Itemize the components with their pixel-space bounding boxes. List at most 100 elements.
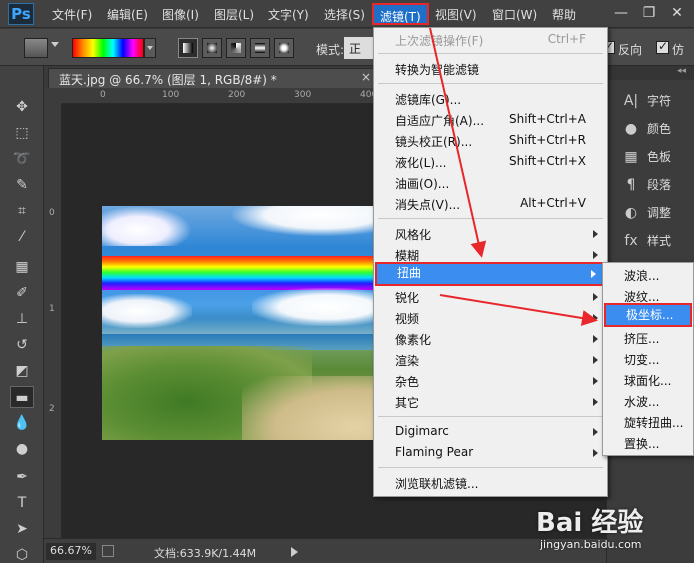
panel-character[interactable]: A| 字符 (621, 92, 691, 116)
type-tool-icon[interactable]: T (10, 492, 34, 514)
menu-image[interactable]: 图像(I) (162, 6, 199, 23)
menu-item-distort[interactable]: 扭曲 (375, 262, 606, 286)
menu-item-sharpen[interactable]: 锐化 (375, 287, 606, 307)
tool-preset-picker[interactable] (24, 38, 48, 58)
menu-item-browse-filters-online[interactable]: 浏览联机滤镜... (375, 473, 606, 493)
document-tab-title: 蓝天.jpg @ 66.7% (图层 1, RGB/8#) * (59, 73, 277, 87)
dodge-tool-icon[interactable]: ● (10, 438, 34, 460)
document-tab[interactable]: 蓝天.jpg @ 66.7% (图层 1, RGB/8#) * × (48, 68, 378, 88)
menu-item-convert-smart-filter[interactable]: 转换为智能滤镜 (375, 59, 606, 79)
menu-item-pixelate[interactable]: 像素化 (375, 329, 606, 349)
blur-tool-icon[interactable]: 💧 (10, 412, 34, 434)
menu-item-other[interactable]: 其它 (375, 392, 606, 412)
menu-file[interactable]: 文件(F) (52, 6, 92, 23)
menu-item-filter-gallery[interactable]: 滤镜库(G)... (375, 89, 606, 109)
submenu-item-shear[interactable]: 切变... (604, 348, 692, 369)
path-select-tool-icon[interactable]: ➤ (10, 518, 34, 540)
submenu-arrow-icon (593, 377, 598, 385)
menu-type[interactable]: 文字(Y) (268, 6, 309, 23)
healing-brush-tool-icon[interactable]: ▦ (10, 256, 34, 278)
radial-gradient-icon (207, 43, 217, 53)
panel-paragraph[interactable]: ¶ 段落 (621, 176, 691, 200)
lasso-tool-icon[interactable]: ➰ (10, 148, 34, 170)
menu-item-video[interactable]: 视频 (375, 308, 606, 328)
eraser-tool-icon[interactable]: ◩ (10, 360, 34, 382)
zoom-field[interactable]: 66.67% (46, 543, 96, 560)
ruler-origin[interactable] (44, 88, 62, 104)
menu-item-label: Flaming Pear (395, 445, 474, 459)
history-brush-tool-icon[interactable]: ↺ (10, 334, 34, 356)
menu-item-lens-correction[interactable]: 镜头校正(R)... Shift+Ctrl+R (375, 131, 606, 151)
close-window-button[interactable]: ✕ (664, 2, 690, 26)
collapse-panels-icon[interactable]: ◂◂ (607, 66, 694, 80)
menu-item-label: 油画(O)... (395, 177, 450, 191)
diamond-gradient-button[interactable] (274, 38, 294, 58)
clone-stamp-tool-icon[interactable]: ⊥ (10, 308, 34, 330)
shape-tool-icon[interactable]: ⬡ (10, 544, 34, 563)
angle-gradient-button[interactable] (226, 38, 246, 58)
menu-item-flaming-pear[interactable]: Flaming Pear (375, 443, 606, 463)
panel-adjustments[interactable]: ◐ 调整 (621, 204, 691, 228)
sky-photo[interactable] (102, 206, 402, 440)
marquee-tool-icon[interactable]: ⬚ (10, 122, 34, 144)
ruler-mark: 1 (49, 304, 55, 314)
menu-select[interactable]: 选择(S) (324, 6, 365, 23)
quick-select-tool-icon[interactable]: ✎ (10, 174, 34, 196)
eyedropper-tool-icon[interactable]: ⁄ (10, 226, 34, 248)
color-icon: ● (624, 121, 638, 137)
status-info-icon[interactable] (102, 545, 114, 557)
submenu-item-twirl[interactable]: 旋转扭曲... (604, 411, 692, 432)
submenu-item-pinch[interactable]: 挤压... (604, 327, 692, 348)
panel-color[interactable]: ● 颜色 (621, 120, 691, 144)
menu-layer[interactable]: 图层(L) (214, 6, 254, 23)
menu-window[interactable]: 窗口(W) (492, 6, 537, 23)
menu-item-vanishing-point[interactable]: 消失点(V)... Alt+Ctrl+V (375, 194, 606, 214)
menu-item-liquify[interactable]: 液化(L)... Shift+Ctrl+X (375, 152, 606, 172)
crop-tool-icon[interactable]: ⌗ (10, 200, 34, 222)
menu-item-label: 风格化 (395, 228, 432, 242)
move-tool-icon[interactable]: ✥ (10, 96, 34, 118)
menu-filter[interactable]: 滤镜(T) (372, 3, 429, 25)
reflected-gradient-icon (255, 43, 265, 53)
menu-item-stylize[interactable]: 风格化 (375, 224, 606, 244)
menu-item-digimarc[interactable]: Digimarc (375, 422, 606, 442)
gradient-editor-swatch[interactable] (72, 38, 144, 58)
menu-item-oil-paint[interactable]: 油画(O)... (375, 173, 606, 193)
status-menu-arrow-icon[interactable] (291, 547, 298, 557)
menu-view[interactable]: 视图(V) (435, 6, 477, 23)
menu-item-noise[interactable]: 杂色 (375, 371, 606, 391)
submenu-arrow-icon (591, 270, 596, 278)
pen-tool-icon[interactable]: ✒ (10, 466, 34, 488)
menu-item-label: 杂色 (395, 375, 420, 389)
restore-button[interactable]: ❐ (636, 2, 662, 26)
menu-item-adaptive-wide-angle[interactable]: 自适应广角(A)... Shift+Ctrl+A (375, 110, 606, 130)
submenu-item-zigzag[interactable]: 水波... (604, 390, 692, 411)
menu-item-label: 锐化 (395, 291, 420, 305)
linear-gradient-button[interactable] (178, 38, 198, 58)
gradient-dropdown-button[interactable] (144, 38, 156, 58)
panel-swatches[interactable]: ▦ 色板 (621, 148, 691, 172)
mode-select[interactable]: 正 (344, 37, 374, 59)
submenu-item-wave[interactable]: 波浪... (604, 264, 692, 285)
chevron-down-icon[interactable] (51, 42, 59, 47)
radial-gradient-button[interactable] (202, 38, 222, 58)
angle-gradient-icon (231, 43, 241, 53)
submenu-item-spherize[interactable]: 球面化... (604, 369, 692, 390)
menu-item-shortcut: Ctrl+F (547, 32, 586, 46)
submenu-arrow-icon (593, 335, 598, 343)
brush-tool-icon[interactable]: ✐ (10, 282, 34, 304)
menu-edit[interactable]: 编辑(E) (107, 6, 148, 23)
reflected-gradient-button[interactable] (250, 38, 270, 58)
baidu-jingyan-watermark: Bai 经验 jingyan.baidu.com (536, 494, 686, 560)
menu-help[interactable]: 帮助 (552, 6, 576, 23)
gradient-tool-icon[interactable]: ▬ (10, 386, 34, 408)
submenu-item-displace[interactable]: 置换... (604, 432, 692, 453)
dither-checkbox[interactable] (656, 39, 669, 54)
panel-styles[interactable]: fx 样式 (621, 232, 691, 256)
submenu-item-polar-coordinates[interactable]: 极坐标... (604, 303, 692, 327)
menu-item-shortcut: Alt+Ctrl+V (520, 196, 586, 210)
minimize-button[interactable]: — (608, 2, 634, 26)
close-tab-icon[interactable]: × (361, 70, 371, 84)
menu-item-shortcut: Shift+Ctrl+A (509, 112, 586, 126)
menu-item-render[interactable]: 渲染 (375, 350, 606, 370)
